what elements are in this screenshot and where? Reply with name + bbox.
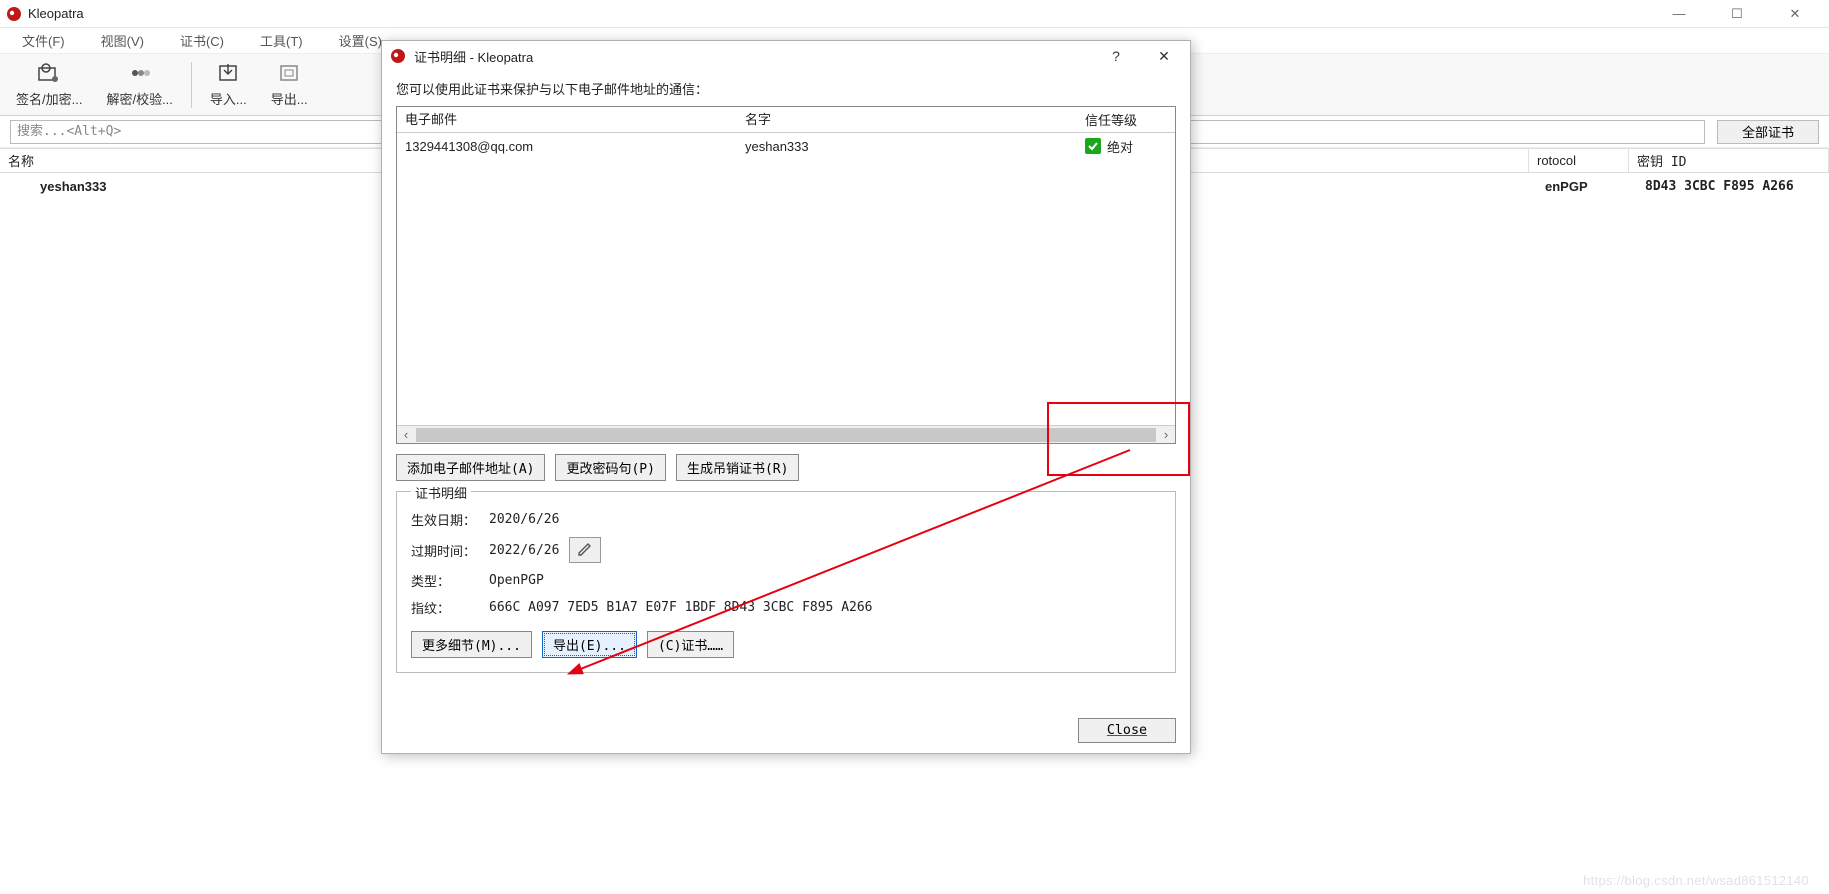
import-icon (214, 61, 242, 85)
value-expiry: 2022/6/26 (489, 543, 559, 558)
dialog-app-icon (390, 48, 406, 64)
cert-button[interactable]: (C)证书…… (647, 631, 734, 658)
menu-view[interactable]: 视图(V) (83, 28, 162, 53)
label-type: 类型： (411, 571, 489, 590)
header-name[interactable]: 名称 (0, 149, 420, 172)
add-email-button[interactable]: 添加电子邮件地址(A) (396, 454, 545, 481)
dialog-title: 证书明细 - Kleopatra (414, 47, 533, 66)
gen-revoke-button[interactable]: 生成吊销证书(R) (676, 454, 799, 481)
header-protocol[interactable]: rotocol (1529, 149, 1629, 172)
value-type: OpenPGP (489, 573, 544, 588)
value-fingerprint: 666C A097 7ED5 B1A7 E07F 1BDF 8D43 3CBC … (489, 600, 873, 615)
dialog-help-button[interactable]: ? (1098, 48, 1134, 64)
decrypt-verify-icon (126, 61, 154, 85)
main-titlebar: Kleopatra — ☐ ✕ (0, 0, 1829, 28)
row-trust-text: 绝对 (1107, 137, 1133, 156)
export-icon (275, 61, 303, 85)
cert-detail-group: 证书明细 生效日期： 2020/6/26 过期时间： 2022/6/26 类型： (396, 491, 1176, 673)
tool-import-label: 导入... (210, 89, 247, 108)
label-effective: 生效日期： (411, 510, 489, 529)
tool-export[interactable]: 导出... (259, 54, 320, 115)
row-email: 1329441308@qq.com (397, 137, 737, 156)
menu-file[interactable]: 文件(F) (4, 28, 83, 53)
label-fingerprint: 指纹： (411, 598, 489, 617)
scroll-right-icon[interactable]: › (1157, 427, 1175, 442)
sign-encrypt-icon (35, 61, 63, 85)
maximize-button[interactable]: ☐ (1717, 6, 1757, 22)
header-keyid[interactable]: 密钥 ID (1629, 149, 1829, 172)
app-title: Kleopatra (28, 6, 84, 21)
scroll-thumb[interactable] (416, 428, 1156, 442)
menu-tools[interactable]: 工具(T) (242, 28, 321, 53)
dialog-close-x-button[interactable]: ✕ (1146, 48, 1182, 65)
value-effective: 2020/6/26 (489, 512, 559, 527)
row-keyid: 8D43 3CBC F895 A266 (1629, 179, 1829, 194)
menu-cert[interactable]: 证书(C) (162, 28, 242, 53)
cert-detail-dialog: 证书明细 - Kleopatra ? ✕ 您可以使用此证书来保护与以下电子邮件地… (381, 40, 1191, 754)
email-row[interactable]: 1329441308@qq.com yeshan333 绝对 (397, 133, 1175, 159)
col-name[interactable]: 名字 (737, 107, 1077, 132)
label-expiry: 过期时间： (411, 541, 489, 560)
row-protocol: enPGP (1529, 179, 1629, 194)
more-details-button[interactable]: 更多细节(M)... (411, 631, 532, 658)
row-trust: 绝对 (1077, 135, 1175, 158)
group-label: 证书明细 (411, 483, 471, 502)
row-name: yeshan333 (0, 179, 420, 194)
app-icon (6, 6, 22, 22)
toolbar-separator (191, 62, 192, 108)
export-cert-button[interactable]: 导出(E)... (542, 631, 637, 658)
email-table-scrollbar[interactable]: ‹ › (397, 425, 1175, 443)
tool-decrypt-label: 解密/校验... (106, 89, 172, 108)
dialog-close-button[interactable]: Close (1078, 718, 1176, 743)
trust-check-icon (1085, 138, 1101, 154)
watermark: https://blog.csdn.net/wsad861512140 (1583, 873, 1809, 888)
email-table: 电子邮件 名字 信任等级 1329441308@qq.com yeshan333… (396, 106, 1176, 444)
minimize-button[interactable]: — (1659, 6, 1699, 21)
col-email[interactable]: 电子邮件 (397, 107, 737, 132)
edit-expiry-button[interactable] (569, 537, 601, 563)
dialog-titlebar: 证书明细 - Kleopatra ? ✕ (382, 41, 1190, 71)
tool-sign-encrypt[interactable]: 签名/加密... (4, 54, 94, 115)
close-window-button[interactable]: ✕ (1775, 6, 1815, 22)
tool-decrypt-verify[interactable]: 解密/校验... (94, 54, 184, 115)
tool-sign-label: 签名/加密... (16, 89, 82, 108)
change-passphrase-button[interactable]: 更改密码句(P) (555, 454, 665, 481)
tool-export-label: 导出... (271, 89, 308, 108)
dialog-description: 您可以使用此证书来保护与以下电子邮件地址的通信： (396, 79, 1176, 98)
filter-all-certs-button[interactable]: 全部证书 (1717, 120, 1819, 144)
pencil-icon (577, 541, 593, 560)
tool-import[interactable]: 导入... (198, 54, 259, 115)
row-person-name: yeshan333 (737, 137, 1077, 156)
col-trust[interactable]: 信任等级 (1077, 107, 1175, 132)
scroll-left-icon[interactable]: ‹ (397, 427, 415, 442)
